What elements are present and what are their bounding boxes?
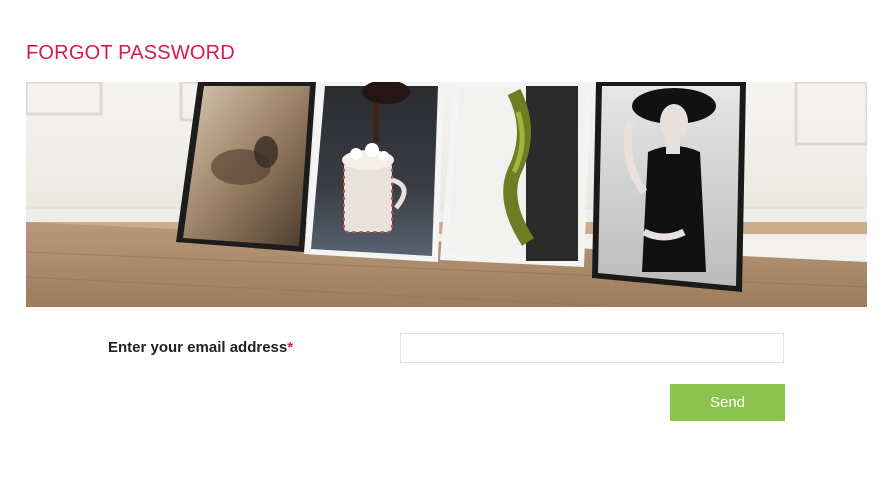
email-input[interactable] xyxy=(400,333,784,363)
page-title: FORGOT PASSWORD xyxy=(26,42,235,64)
banner-image xyxy=(26,82,867,307)
required-marker: * xyxy=(287,339,294,356)
forgot-password-page: FORGOT PASSWORD Enter your email address… xyxy=(0,0,892,486)
framed-posters-illustration xyxy=(26,82,867,307)
email-label: Enter your email address* xyxy=(108,339,293,356)
send-button[interactable]: Send xyxy=(670,384,785,421)
email-label-text: Enter your email address xyxy=(108,339,288,356)
